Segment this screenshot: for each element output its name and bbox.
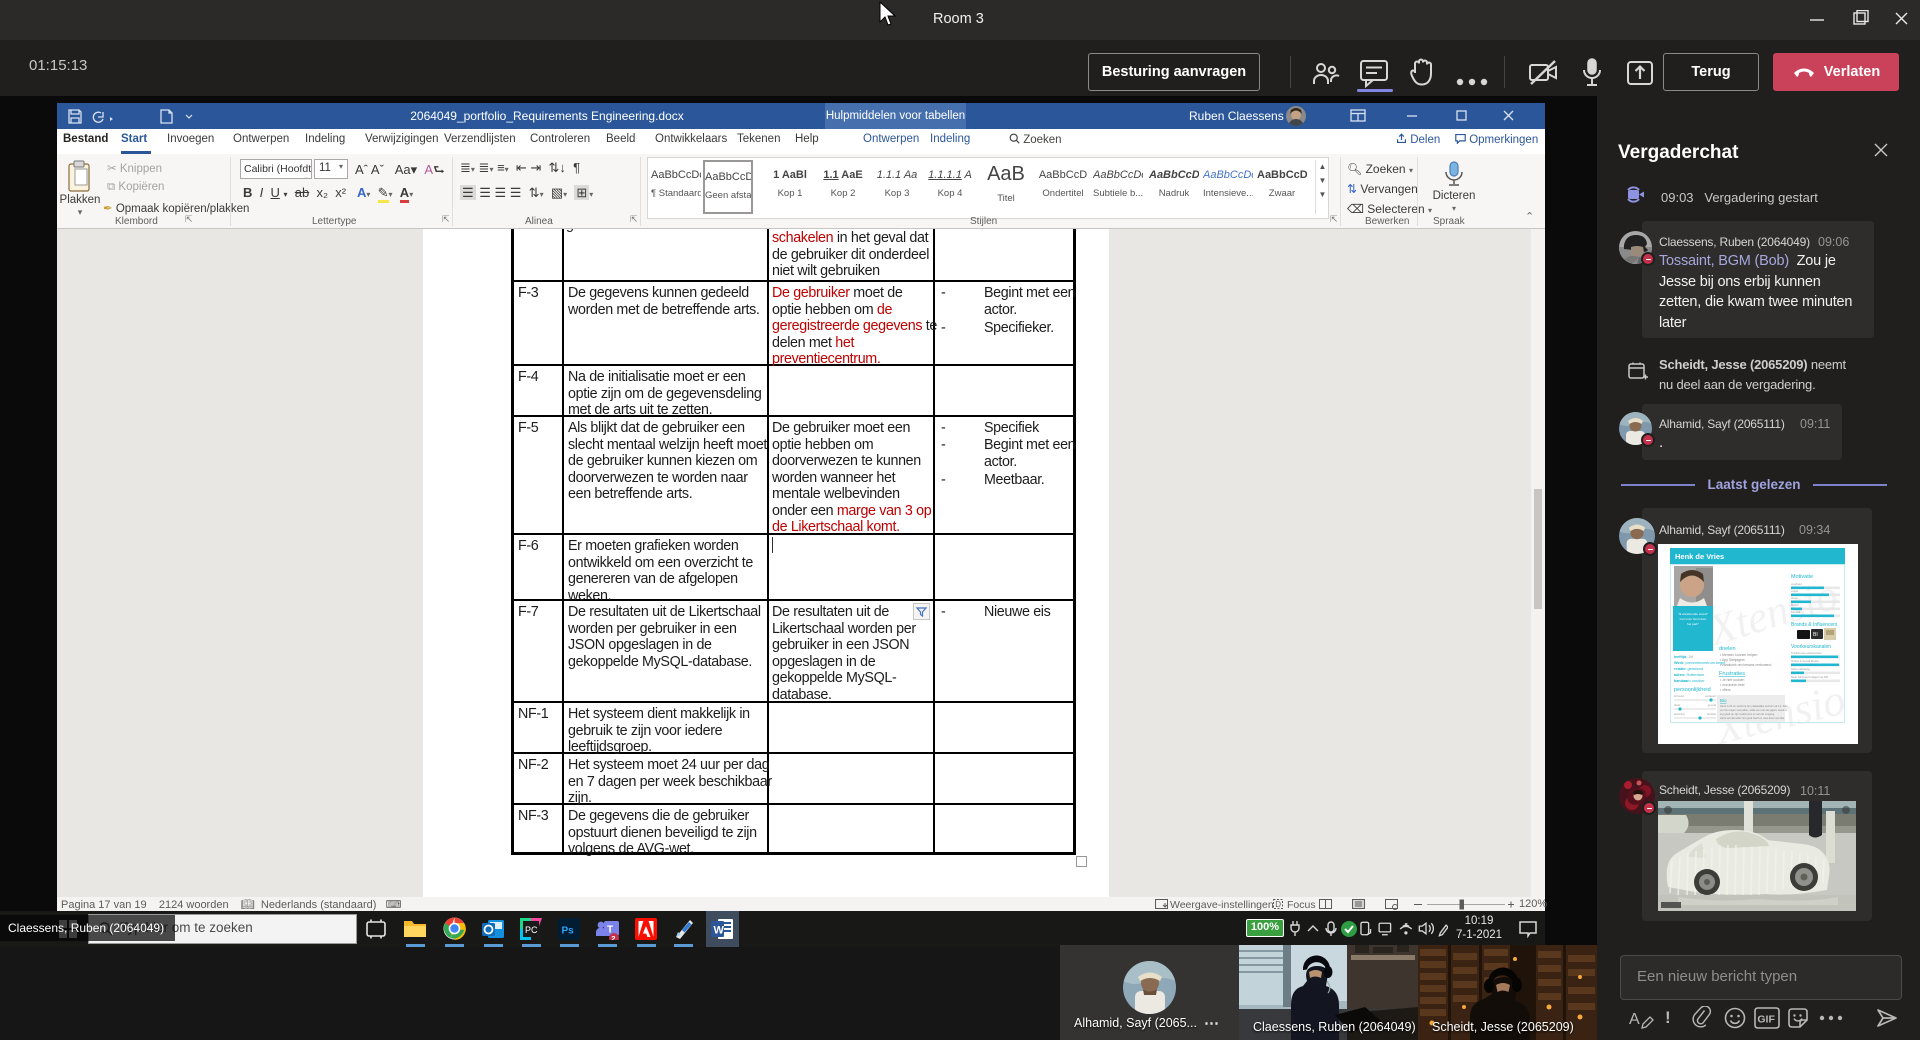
svg-text:D: D xyxy=(1275,900,1281,909)
svg-text:Macht: Macht xyxy=(1791,603,1799,607)
svg-text:denk: denk xyxy=(1674,703,1681,707)
svg-text:voorheid: voorheid xyxy=(1791,582,1802,586)
svg-text:Brands & Influencers: Brands & Influencers xyxy=(1791,622,1838,628)
svg-text:het park": het park" xyxy=(1687,622,1699,626)
svg-text:• offers: • offers xyxy=(1720,688,1731,692)
svg-text:bandaan: crunker: bandaan: crunker xyxy=(1674,679,1705,683)
svg-text:2: 2 xyxy=(611,934,615,940)
svg-text:relatie: getrouwd: relatie: getrouwd xyxy=(1674,667,1703,671)
svg-text:Werk: preventiecentrum begel.: Werk: preventiecentrum begel. xyxy=(1674,661,1726,665)
svg-text:Bio: Bio xyxy=(1720,698,1727,703)
svg-text:• Je niet oudoen: • Je niet oudoen xyxy=(1720,678,1744,682)
svg-text:flexibel: flexibel xyxy=(1707,712,1716,716)
svg-text:gevoel: gevoel xyxy=(1708,703,1717,707)
svg-text:Henk is 24 en werkt bij zijn p: Henk is 24 en werkt bij zijn plaatselijk… xyxy=(1720,704,1788,708)
svg-text:W: W xyxy=(714,925,725,937)
svg-text:GIF: GIF xyxy=(1757,1014,1775,1026)
svg-text:Ps: Ps xyxy=(562,926,575,937)
svg-text:• Mensen kunnen helpen: • Mensen kunnen helpen xyxy=(1720,653,1757,657)
svg-text:ver hun eigen voorraden, wilde: ver hun eigen voorraden, wilde een van d… xyxy=(1720,708,1788,712)
svg-text:Angst: Angst xyxy=(1791,589,1798,593)
svg-text:adres: Rotterdam: adres: Rotterdam xyxy=(1674,673,1704,677)
svg-text:PC: PC xyxy=(525,925,538,935)
svg-text:introvert: introvert xyxy=(1674,694,1684,698)
svg-text:Gids marketing: Gids marketing xyxy=(1791,667,1810,671)
svg-text:doelen: doelen xyxy=(1719,646,1736,652)
svg-text:erg goed op zijn medemens en v: erg goed op zijn medemens en van de omga… xyxy=(1720,712,1775,716)
svg-text:Sociaal: Sociaal xyxy=(1791,610,1801,614)
svg-text:Online & Social Media: Online & Social Media xyxy=(1791,659,1819,663)
svg-text:Henk wilt dat ieder het goed h: Henk wilt dat ieder het goed heeft en me… xyxy=(1720,716,1785,720)
svg-text:• onzuivere-heid: • onzuivere-heid xyxy=(1720,683,1744,687)
svg-text:Henk de Vries: Henk de Vries xyxy=(1675,552,1724,561)
svg-text:Voorkeurskanalen: Voorkeurskanalen xyxy=(1791,644,1831,650)
svg-text:planning: planning xyxy=(1674,712,1685,716)
svg-text:Traditionele advertenties: Traditionele advertenties xyxy=(1791,651,1822,655)
svg-text:Groei: Groei xyxy=(1791,596,1798,600)
svg-text:• App Slimjagers: • App Slimjagers xyxy=(1720,658,1745,662)
svg-text:Naar Slimheid bridged via SM: Naar Slimheid bridged via SM xyxy=(1791,675,1829,679)
svg-text:"Ik wandel elke avond": "Ik wandel elke avond" xyxy=(1678,612,1708,616)
svg-text:met onze hond door: met onze hond door xyxy=(1680,617,1707,621)
svg-text:Frustraties: Frustraties xyxy=(1719,671,1745,677)
svg-text:leeftijd: 24: leeftijd: 24 xyxy=(1674,655,1693,659)
svg-text:• zandkoek ren besans verbunen: • zandkoek ren besans verbunend xyxy=(1720,663,1771,667)
svg-text:BI: BI xyxy=(1813,632,1818,638)
svg-text:Motivatie: Motivatie xyxy=(1791,574,1813,580)
svg-text:A: A xyxy=(1629,1011,1640,1028)
svg-text:extravert: extravert xyxy=(1705,694,1716,698)
svg-text:persoonlijkheid: persoonlijkheid xyxy=(1674,687,1711,693)
